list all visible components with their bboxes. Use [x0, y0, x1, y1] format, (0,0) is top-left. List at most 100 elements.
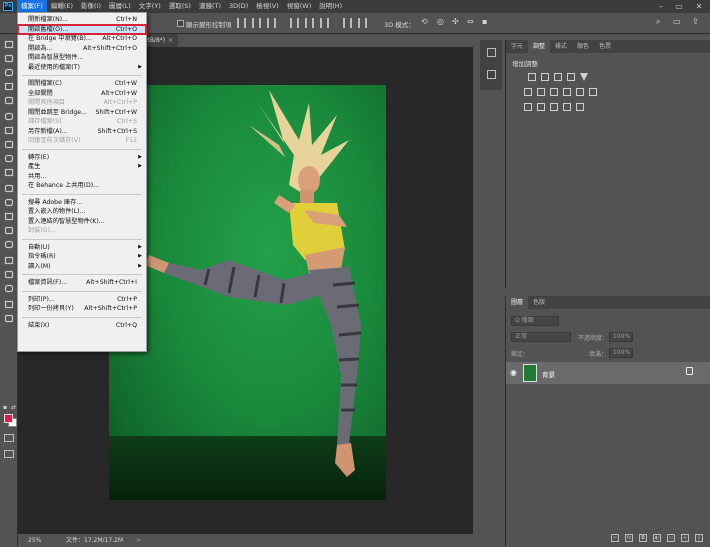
eraser-icon[interactable] [4, 184, 14, 193]
brush-icon[interactable] [4, 140, 14, 149]
file-menu-item[interactable]: 關閉檔案(C) Ctrl+W [18, 79, 146, 88]
menu-7[interactable]: 3D(D) [225, 0, 252, 13]
crop-icon[interactable] [4, 96, 14, 105]
threshold-icon[interactable] [550, 103, 558, 111]
fill-input[interactable]: 100% [609, 348, 633, 358]
invert-icon[interactable] [524, 103, 532, 111]
align-center-icon[interactable] [252, 18, 261, 28]
document-image[interactable] [109, 85, 386, 500]
file-menu-item[interactable]: 置入嵌入的物件(L)... [18, 207, 146, 216]
show-transform-checkbox[interactable] [177, 20, 184, 27]
file-menu-item[interactable]: 結束(X) Ctrl+Q [18, 321, 146, 330]
file-menu-item[interactable]: 開啟為... Alt+Shift+Ctrl+O [18, 44, 146, 53]
eye-icon[interactable]: ◉ [510, 368, 517, 377]
pan-3d-icon[interactable]: ✣ [452, 17, 459, 26]
workspace-icon[interactable]: ▭ [673, 17, 681, 26]
color-balance-icon[interactable] [537, 88, 545, 96]
file-menu-item[interactable]: 在 Behance 上共用(D)... [18, 181, 146, 190]
file-menu-item[interactable]: 指令碼(R) ▶ [18, 252, 146, 261]
distribute-v-icon[interactable] [358, 18, 367, 28]
brightness-icon[interactable] [528, 73, 536, 81]
shape-icon[interactable] [4, 284, 14, 293]
roll-3d-icon[interactable]: ◎ [437, 17, 444, 26]
align-right-icon[interactable] [267, 18, 276, 28]
add-mask-icon[interactable]: ◘ [639, 533, 647, 542]
menu-10[interactable]: 說明(H) [315, 0, 346, 13]
exposure-icon[interactable] [567, 73, 575, 81]
gradient-icon[interactable] [4, 198, 14, 207]
type-icon[interactable] [4, 256, 14, 265]
quick-select-icon[interactable] [4, 82, 14, 91]
scale-3d-icon[interactable]: ▪ [482, 17, 487, 26]
foreground-color-swatch[interactable] [4, 414, 13, 423]
black-white-icon[interactable] [550, 88, 558, 96]
align-left-icon[interactable] [237, 18, 246, 28]
share-icon[interactable]: ⇪ [692, 17, 699, 26]
file-menu-item[interactable]: 搜尋 Adobe 庫存... [18, 198, 146, 207]
hand-icon[interactable] [4, 300, 14, 309]
layers-tab-0[interactable]: 圖層 [506, 296, 529, 309]
eyedropper-icon[interactable] [4, 112, 14, 121]
new-layer-icon[interactable]: + [681, 533, 689, 542]
file-menu-item[interactable]: 最近使用的檔案(T) ▶ [18, 63, 146, 72]
file-menu-item[interactable]: 列印(P)... Ctrl+P [18, 295, 146, 304]
layer-row[interactable]: ◉ 背景 [506, 362, 710, 384]
file-menu-item[interactable]: 自動(U) ▶ [18, 243, 146, 252]
align-middle-icon[interactable] [305, 18, 314, 28]
file-menu-item[interactable]: 列印一份拷貝(Y) Alt+Shift+Ctrl+P [18, 304, 146, 313]
lock-icon[interactable] [686, 367, 693, 375]
link-layers-icon[interactable]: ∞ [611, 533, 619, 542]
delete-layer-icon[interactable]: ▯ [695, 533, 703, 542]
file-menu-item[interactable]: 共用... [18, 172, 146, 181]
adjustments-tab-2[interactable]: 樣式 [550, 40, 572, 53]
new-group-icon[interactable]: ▭ [667, 533, 675, 542]
slide-3d-icon[interactable]: ⇔ [467, 17, 474, 26]
path-select-icon[interactable] [4, 270, 14, 279]
zoom-level[interactable]: 25% [28, 534, 41, 547]
align-top-icon[interactable] [290, 18, 299, 28]
vibrance-icon[interactable] [580, 73, 588, 81]
screen-mode-icon[interactable] [4, 450, 14, 458]
close-tab-icon[interactable]: × [168, 34, 173, 47]
adjustment-layer-icon[interactable]: ◐ [653, 533, 661, 542]
minimize-icon[interactable]: – [654, 0, 668, 13]
selective-color-icon[interactable] [563, 103, 571, 111]
opacity-input[interactable]: 100% [609, 332, 633, 342]
curves-icon[interactable] [554, 73, 562, 81]
status-menu-arrow[interactable]: > [136, 534, 141, 547]
pen-icon[interactable] [4, 240, 14, 249]
menu-9[interactable]: 視窗(W) [283, 0, 316, 13]
layer-kind-filter[interactable]: Q 種類 [511, 316, 559, 326]
menu-5[interactable]: 選取(S) [165, 0, 195, 13]
file-menu-item[interactable]: 在 Bridge 中瀏覽(B)... Alt+Ctrl+O [18, 34, 146, 43]
hue-saturation-icon[interactable] [524, 88, 532, 96]
healing-icon[interactable] [4, 126, 14, 135]
layer-name[interactable]: 背景 [542, 369, 555, 379]
file-menu-item[interactable]: 關閉並跳至 Bridge... Shift+Ctrl+W [18, 108, 146, 117]
align-bottom-icon[interactable] [320, 18, 329, 28]
marquee-icon[interactable] [4, 54, 14, 63]
zoom-icon[interactable] [4, 314, 14, 323]
blend-mode-select[interactable]: 正常 [511, 332, 571, 342]
file-menu-item[interactable]: 產生 ▶ [18, 162, 146, 171]
close-window-icon[interactable]: ✕ [692, 0, 706, 13]
stamp-icon[interactable] [4, 154, 14, 163]
file-menu-item[interactable]: 讀入(M) ▶ [18, 262, 146, 271]
blur-icon[interactable] [4, 212, 14, 221]
file-menu-item[interactable]: 開新檔案(N)... Ctrl+N [18, 15, 146, 24]
file-menu-item[interactable]: 轉存(E) ▶ [18, 153, 146, 162]
history-brush-icon[interactable] [4, 168, 14, 177]
file-menu-item[interactable]: 另存新檔(A)... Shift+Ctrl+S [18, 127, 146, 136]
menu-6[interactable]: 濾鏡(T) [195, 0, 225, 13]
adjustments-tab-3[interactable]: 顏色 [572, 40, 594, 53]
maximize-icon[interactable]: ▭ [672, 0, 686, 13]
file-menu-item[interactable]: 開啟為智慧型物件... [18, 53, 146, 62]
distribute-icon[interactable] [343, 18, 352, 28]
file-menu-item[interactable]: 檔案資訊(F)... Alt+Shift+Ctrl+I [18, 278, 146, 287]
layers-tab-1[interactable]: 色版 [528, 296, 550, 309]
photo-filter-icon[interactable] [563, 88, 571, 96]
fx-icon[interactable]: fx [625, 533, 633, 542]
menu-8[interactable]: 檢視(V) [252, 0, 283, 13]
file-menu-item[interactable]: 全部關閉 Alt+Ctrl+W [18, 89, 146, 98]
file-menu-item[interactable]: 開啟舊檔(O)... Ctrl+O [17, 23, 147, 35]
